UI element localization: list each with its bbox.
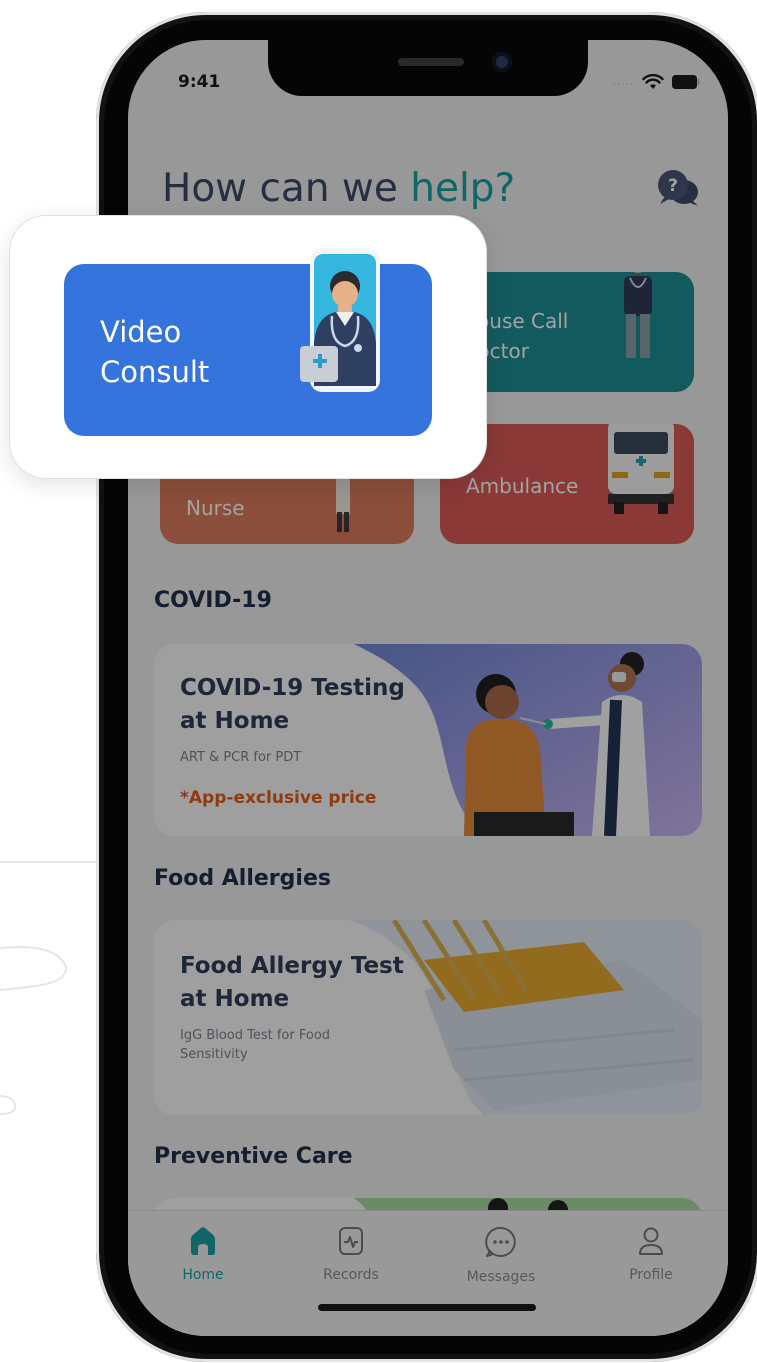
covid-testing-card[interactable]: COVID-19 Testing at Home ART & PCR for P…	[154, 644, 702, 836]
nurse-label: Nurse	[186, 496, 245, 520]
food-allergy-card-title: Food Allergy Test at Home	[180, 953, 404, 1012]
section-title-food-allergies: Food Allergies	[154, 866, 331, 891]
section-title-covid: COVID-19	[154, 588, 272, 613]
video-consult-label: Video Consult	[100, 315, 210, 389]
ambulance-label: Ambulance	[466, 474, 579, 498]
battery-icon	[672, 75, 700, 89]
tab-records[interactable]: Records	[296, 1225, 406, 1283]
section-title-preventive-care: Preventive Care	[154, 1144, 353, 1169]
support-chat-icon[interactable]: ?	[656, 168, 700, 212]
profile-icon	[639, 1227, 663, 1255]
messages-icon	[485, 1226, 516, 1257]
signal-dots: .....	[613, 76, 634, 88]
covid-card-price: *App-exclusive price	[180, 788, 377, 808]
food-allergy-card-subtitle: IgG Blood Test for Food Sensitivity	[180, 1028, 331, 1062]
tab-profile-label: Profile	[629, 1267, 673, 1283]
phone-doctor-icon	[300, 248, 380, 392]
wifi-icon	[642, 74, 664, 90]
tab-messages[interactable]: Messages	[446, 1225, 556, 1285]
speaker	[398, 58, 464, 66]
page-title-accent: help?	[410, 166, 516, 211]
doctor-illustration-icon	[624, 272, 652, 358]
home-indicator	[318, 1304, 536, 1311]
status-icons: .....	[613, 74, 700, 90]
tab-records-label: Records	[323, 1267, 379, 1283]
records-icon	[339, 1227, 363, 1255]
ambulance-icon	[608, 424, 674, 514]
covid-card-subtitle: ART & PCR for PDT	[180, 750, 302, 765]
bottom-tab-bar: Home Records Messages Profile	[128, 1210, 728, 1336]
covid-card-title: COVID-19 Testing at Home	[180, 675, 405, 734]
tab-home[interactable]: Home	[148, 1225, 258, 1283]
status-time: 9:41	[178, 72, 221, 92]
video-consult-highlight: Video Consult	[10, 216, 486, 478]
notch	[268, 40, 588, 96]
food-allergy-card[interactable]: Food Allergy Test at Home IgG Blood Test…	[154, 920, 702, 1115]
tab-profile[interactable]: Profile	[596, 1225, 706, 1283]
tab-home-label: Home	[182, 1267, 224, 1283]
page-title-prefix: How can we	[162, 166, 411, 211]
page-title: How can we help?	[162, 166, 515, 211]
camera	[492, 52, 512, 72]
svg-text:?: ?	[668, 176, 678, 196]
home-icon	[191, 1227, 215, 1255]
tab-messages-label: Messages	[466, 1269, 536, 1285]
